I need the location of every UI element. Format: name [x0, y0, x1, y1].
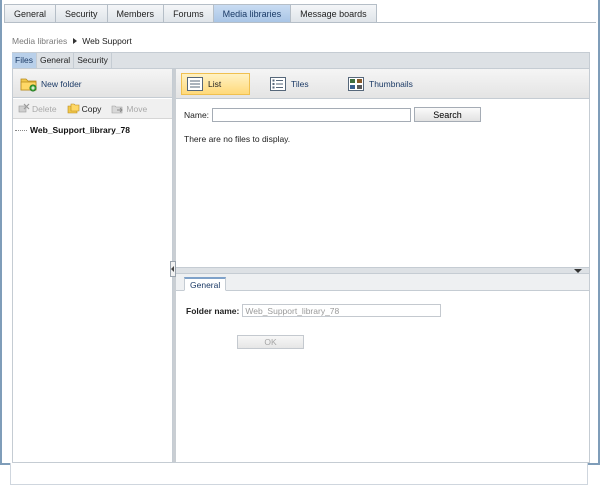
new-folder-icon	[20, 78, 37, 92]
tab-divider	[4, 22, 596, 23]
view-list-label: List	[208, 79, 222, 89]
folder-tree: Web_Support_library_78	[15, 125, 171, 135]
empty-files-message: There are no files to display.	[184, 134, 291, 144]
view-thumbnails-label: Thumbnails	[369, 79, 413, 89]
files-pane: List Tiles Thumbnails Name: Search There…	[176, 69, 589, 462]
ok-button[interactable]: OK	[237, 335, 304, 349]
folder-name-row: Folder name:	[186, 304, 442, 317]
new-folder-label: New folder	[41, 79, 82, 89]
move-button[interactable]: Move	[111, 103, 147, 114]
tab-media-libraries[interactable]: Media libraries	[212, 4, 291, 23]
delete-icon	[18, 103, 30, 113]
tree-node-label: Web_Support_library_78	[30, 125, 130, 135]
view-tiles-button[interactable]: Tiles	[265, 73, 314, 95]
breadcrumb-current: Web Support	[82, 36, 132, 46]
page-bottom-area	[10, 463, 588, 485]
tiles-view-icon	[270, 77, 286, 91]
collapse-details-icon[interactable]	[569, 269, 587, 273]
view-mode-toolbar: List Tiles Thumbnails	[176, 69, 589, 99]
copy-button[interactable]: Copy	[67, 103, 102, 114]
detail-tabs: General	[176, 274, 589, 291]
window-frame: General Security Members Forums Media li…	[0, 0, 600, 465]
top-tabs: General Security Members Forums Media li…	[4, 4, 377, 23]
sub-tabs: Files General Security	[12, 53, 112, 68]
breadcrumb-media-libraries[interactable]: Media libraries	[12, 36, 67, 46]
horizontal-splitter[interactable]	[176, 267, 589, 274]
breadcrumb: Media libraries Web Support	[12, 36, 132, 46]
tree-actions: Delete Copy Move	[13, 99, 172, 119]
tab-security[interactable]: Security	[55, 4, 107, 23]
tree-node-library-root[interactable]: Web_Support_library_78	[15, 125, 171, 135]
detail-tab-general[interactable]: General	[184, 277, 227, 291]
view-thumbnails-button[interactable]: Thumbnails	[343, 73, 418, 95]
tab-forums[interactable]: Forums	[163, 4, 213, 23]
tree-connector	[15, 129, 27, 131]
search-button[interactable]: Search	[414, 107, 482, 122]
folder-name-field[interactable]	[242, 304, 442, 317]
list-view-icon	[187, 77, 203, 91]
move-label: Move	[126, 103, 148, 114]
subtab-files[interactable]: Files	[12, 53, 37, 68]
delete-label: Delete	[32, 103, 57, 114]
subtab-general[interactable]: General	[37, 53, 75, 68]
library-panel: New folder Delete Copy Move Web_Support_…	[12, 68, 590, 463]
tab-message-boards[interactable]: Message boards	[290, 4, 377, 23]
name-label: Name:	[184, 109, 210, 120]
tab-general[interactable]: General	[4, 4, 56, 23]
new-folder-button[interactable]: New folder	[20, 75, 82, 93]
view-tiles-label: Tiles	[291, 79, 309, 89]
folder-name-label: Folder name:	[186, 305, 240, 316]
folder-tree-pane: New folder Delete Copy Move Web_Support_…	[13, 69, 173, 462]
delete-button[interactable]: Delete	[18, 103, 57, 114]
tab-members[interactable]: Members	[106, 4, 164, 23]
name-filter-input[interactable]	[212, 107, 412, 122]
move-icon	[112, 105, 124, 114]
copy-icon	[67, 103, 79, 114]
breadcrumb-arrow-icon	[73, 38, 78, 44]
copy-label: Copy	[81, 103, 102, 114]
thumbnails-view-icon	[348, 77, 364, 91]
search-row: Name: Search	[184, 107, 482, 122]
tree-toolbar: New folder	[13, 69, 172, 98]
subtab-security[interactable]: Security	[74, 53, 112, 68]
view-list-button[interactable]: List	[181, 73, 250, 95]
